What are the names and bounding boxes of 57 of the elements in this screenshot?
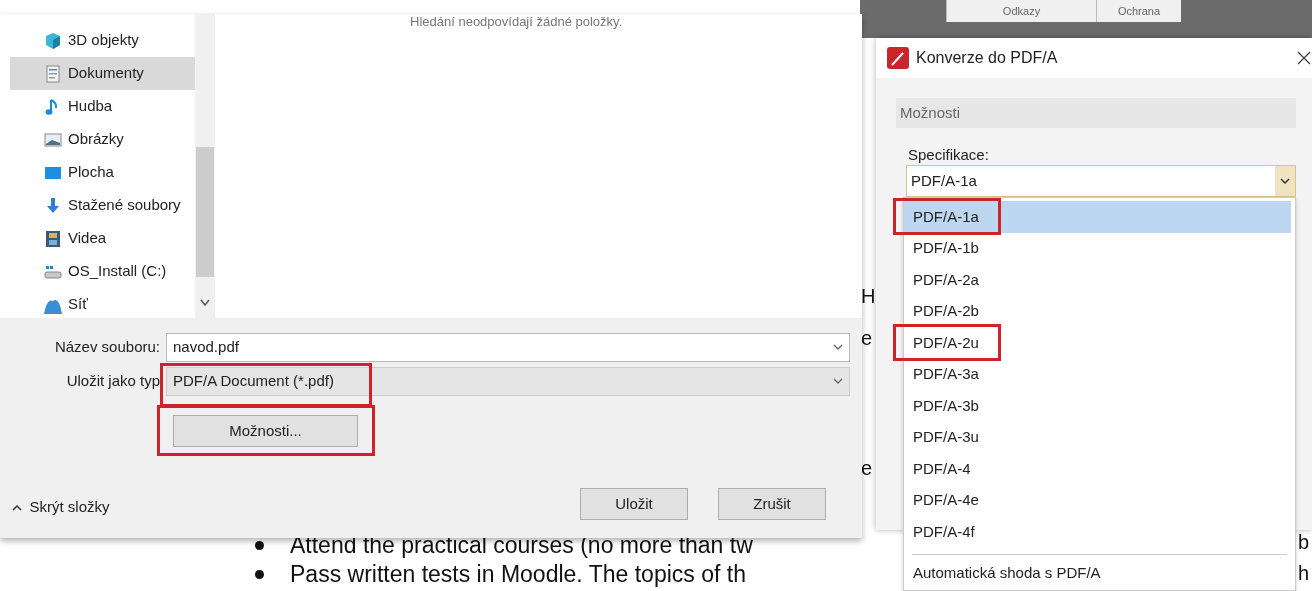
chevron-down-icon <box>833 378 843 385</box>
options-button[interactable]: Možnosti... <box>173 415 358 447</box>
nav-item[interactable]: Videa <box>10 222 202 255</box>
dropdown-option[interactable]: PDF/A-4e <box>904 484 1291 516</box>
dropdown-option[interactable]: PDF/A-4f <box>904 516 1291 548</box>
chevron-down-icon <box>833 344 843 351</box>
chevron-down-icon <box>200 299 210 307</box>
document-text: Attend the practical courses (no more than tw <box>290 532 753 559</box>
dropdown-option[interactable]: PDF/A-1b <box>904 232 1291 264</box>
ribbon-tab[interactable]: Ochrana <box>1096 0 1181 22</box>
nav-item[interactable]: Obrázky <box>10 123 202 156</box>
nav-item[interactable]: Plocha <box>10 156 202 189</box>
document-text: b <box>1298 530 1310 554</box>
empty-message: Hledání neodpovídají žádné položky. <box>410 13 623 31</box>
dropdown-option[interactable]: PDF/A-3b <box>904 390 1291 422</box>
bullet-icon <box>255 541 264 550</box>
nav-item[interactable]: OS_Install (C:) <box>10 255 202 288</box>
file-name-field[interactable]: navod.pdf <box>166 333 850 362</box>
dropdown-option[interactable]: Automatická shoda s PDF/A <box>904 557 1291 589</box>
close-icon <box>1297 51 1311 65</box>
scrollbar-thumb[interactable] <box>196 147 214 277</box>
document-text: e <box>861 456 873 480</box>
app-logo-icon <box>886 46 910 70</box>
dialog-title: Konverze do PDF/A <box>916 48 1058 68</box>
film-icon <box>44 229 62 248</box>
dropdown-option[interactable]: PDF/A-1a <box>904 201 1291 233</box>
field-label: Specifikace: <box>908 145 989 165</box>
field-label: Uložit jako typ <box>65 371 161 392</box>
nav-item[interactable]: Stažené soubory <box>10 189 202 222</box>
document-text: e <box>861 326 873 350</box>
specification-dropdown[interactable]: PDF/A-1a <box>906 165 1296 197</box>
document-icon <box>44 64 62 83</box>
cube-icon <box>44 31 62 50</box>
dropdown-option[interactable]: PDF/A-3u <box>904 421 1291 453</box>
file-type-dropdown[interactable]: PDF/A Document (*.pdf) <box>166 367 850 396</box>
save-button[interactable]: Uložit <box>580 488 688 520</box>
download-arrow-icon <box>44 196 62 215</box>
ribbon-tab[interactable]: Odkazy <box>946 0 1096 22</box>
document-text: H <box>861 284 876 308</box>
dropdown-option[interactable]: PDF/A-4 <box>904 453 1291 485</box>
document-text: h <box>1298 561 1310 585</box>
dropdown-option[interactable]: PDF/A-2u <box>904 327 1291 359</box>
chevron-up-icon <box>12 503 22 511</box>
document-text: Pass written tests in Moodle. The topics of th <box>290 561 746 588</box>
nav-item[interactable]: Síť <box>10 288 202 321</box>
cancel-button[interactable]: Zrušit <box>718 488 826 520</box>
dropdown-option[interactable]: PDF/A-2b <box>904 295 1291 327</box>
group-header: Možnosti <box>896 98 1296 128</box>
chevron-down-icon <box>1280 177 1290 185</box>
hide-folders-toggle[interactable]: Skrýt složky <box>12 496 110 519</box>
dropdown-option[interactable]: PDF/A-2a <box>904 264 1291 296</box>
image-icon <box>44 130 62 149</box>
nav-item[interactable]: 3D objekty <box>10 24 202 57</box>
nav-item[interactable]: Hudba <box>10 90 202 123</box>
bullet-icon <box>255 570 264 579</box>
field-label: Název souboru: <box>53 337 161 358</box>
dropdown-option[interactable]: PDF/A-3a <box>904 358 1291 390</box>
